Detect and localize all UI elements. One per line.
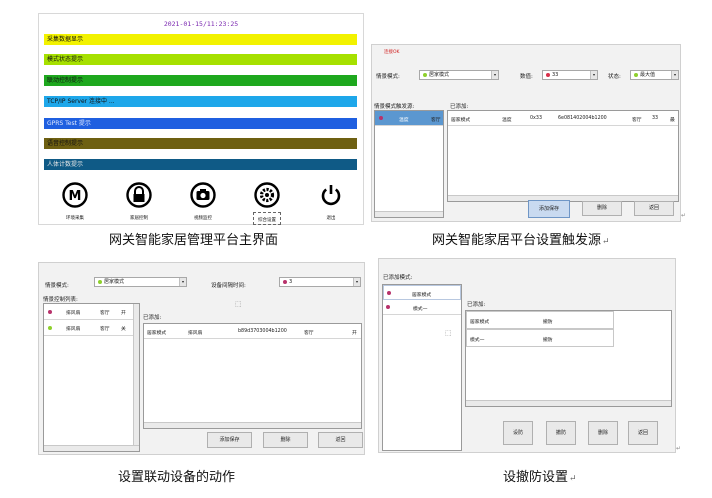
- table-row[interactable]: 居家模式 排风扇 b89d3703004b1200 客厅 开: [144, 324, 361, 339]
- nav-button-label: 视频监控: [194, 216, 212, 221]
- list-item[interactable]: 排风扇 客厅开: [44, 304, 133, 320]
- added-label: 已添加:: [450, 104, 469, 110]
- table-row[interactable]: 居家模式 温度 0x33 6e081402004b1200 客厅 33 最: [448, 111, 678, 126]
- scene-mode-label: 情景模式:: [45, 283, 69, 289]
- value-combo[interactable]: 33 ▾: [542, 70, 598, 80]
- status-bar: 采集数据显示: [44, 34, 357, 45]
- linkage-action-window: 情景模式: 居家模式 ▾ 设备间隔时间: 3 ▾ 情景控制列表: 已添加: ⬚ 排风…: [38, 262, 365, 455]
- state-label: 状态:: [608, 74, 621, 80]
- cursor-icon: ⬚: [235, 300, 242, 308]
- nav-button-camera[interactable]: 视频监控: [181, 182, 225, 222]
- scene-mode-combo[interactable]: 居家模式 ▾: [419, 70, 499, 80]
- caption-linkage-action: 设置联动设备的动作: [118, 470, 236, 485]
- nav-button-label: 环境采集: [66, 216, 84, 221]
- scene-control-list[interactable]: 排风扇 客厅开排风扇 客厅关: [43, 303, 140, 452]
- status-bar: 联动控制提示: [44, 75, 357, 86]
- nav-label-frame: 家居控制: [130, 212, 148, 221]
- scene-mode-label: 情景模式:: [376, 74, 400, 80]
- back-button[interactable]: 返回: [628, 421, 658, 445]
- state-combo[interactable]: 最大值 ▾: [630, 70, 679, 80]
- add-save-button[interactable]: 添加保存: [207, 432, 252, 448]
- list-item[interactable]: 居家模式: [383, 285, 461, 300]
- added-mode-table[interactable]: 居家模式 撤防 模式一 撤防: [465, 310, 672, 407]
- nav-button-m[interactable]: M 环境采集: [53, 182, 97, 222]
- mode-list[interactable]: 居家模式 模式一: [382, 284, 462, 451]
- vertical-scrollbar[interactable]: [133, 304, 139, 445]
- mode-dot-icon: [387, 291, 391, 295]
- nav-button-lock[interactable]: 家居控制: [117, 182, 161, 222]
- disarm-button[interactable]: 撤防: [546, 421, 576, 445]
- back-button[interactable]: 返回: [634, 201, 674, 216]
- caption-arm-disarm: 设撤防设置↵: [503, 470, 577, 485]
- table-row[interactable]: 模式一 撤防: [466, 329, 614, 347]
- nav-label-frame: 视频监控: [194, 212, 212, 221]
- nav-button-label: 退出: [326, 216, 336, 221]
- added-label: 已添加:: [143, 315, 162, 321]
- trigger-source-window: 连接OK 情景模式: 居家模式 ▾ 数值: 33 ▾ 状态: 最大值 ▾ 情景模式触发…: [371, 44, 681, 222]
- value-label: 数值:: [520, 74, 533, 80]
- caption-trigger-source: 网关智能家居平台设置触发源↵: [432, 233, 610, 248]
- nav-label-frame: 退出: [327, 212, 336, 221]
- chevron-down-icon: ▾: [590, 71, 597, 79]
- camera-icon: [190, 182, 216, 212]
- delete-button[interactable]: 删除: [582, 201, 622, 216]
- status-bar: 模式状态提示: [44, 54, 357, 65]
- paragraph-mark: ↵: [681, 212, 687, 219]
- caption-main-interface: 网关智能家居管理平台主界面: [109, 233, 279, 248]
- nav-button-gear[interactable]: 综合设置: [245, 182, 289, 225]
- device-dot-icon: [48, 310, 52, 314]
- horizontal-scrollbar[interactable]: [375, 211, 443, 217]
- m-icon: M: [62, 182, 88, 212]
- horizontal-scrollbar[interactable]: [44, 445, 139, 451]
- list-item[interactable]: 温度 客厅: [375, 111, 443, 126]
- lock-icon: [126, 182, 152, 212]
- svg-text:M: M: [69, 189, 82, 204]
- power-icon: [318, 182, 344, 212]
- list-item[interactable]: 模式一: [383, 300, 461, 315]
- nav-label-frame: 环境采集: [66, 212, 84, 221]
- device-dot-icon: [379, 116, 383, 120]
- added-label: 已添加:: [467, 302, 486, 308]
- arm-button[interactable]: 设防: [503, 421, 533, 445]
- added-trigger-table[interactable]: 居家模式 温度 0x33 6e081402004b1200 客厅 33 最: [447, 110, 679, 202]
- datetime-display: 2021-01-15/11:23:25: [163, 20, 239, 28]
- add-save-button[interactable]: 添加保存: [528, 200, 570, 218]
- scene-mode-combo[interactable]: 居家模式 ▾: [94, 277, 187, 287]
- mode-dot-icon: [386, 305, 390, 309]
- main-interface-screen: 2021-01-15/11:23:25 采集数据显示 模式状态提示 联动控制提示 T…: [38, 13, 364, 225]
- added-action-table[interactable]: 居家模式 排风扇 b89d3703004b1200 客厅 开: [143, 323, 362, 429]
- interval-label: 设备间隔时间:: [211, 283, 246, 289]
- nav-button-label: 家居控制: [130, 216, 148, 221]
- scene-control-list-label: 情景控制列表:: [43, 297, 78, 303]
- trigger-source-list[interactable]: 温度 客厅: [374, 110, 444, 218]
- back-button[interactable]: 返回: [318, 432, 363, 448]
- chevron-down-icon: ▾: [353, 278, 360, 286]
- trigger-source-label: 情景模式触发源:: [374, 104, 415, 110]
- chevron-down-icon: ▾: [179, 278, 186, 286]
- list-item[interactable]: 排风扇 客厅关: [44, 320, 133, 336]
- nav-button-label: 综合设置: [258, 218, 276, 223]
- paragraph-mark: ↵: [676, 445, 682, 452]
- status-bar: TCP/IP Server 连接中 ...: [44, 96, 357, 107]
- interval-combo[interactable]: 3 ▾: [279, 277, 361, 287]
- gear-icon: [254, 182, 280, 212]
- status-bar: 语音控制提示: [44, 138, 357, 149]
- cursor-icon: ⬚: [445, 329, 452, 337]
- status-bar: GPRS Test 提示: [44, 118, 357, 129]
- nav-label-frame: 综合设置: [253, 212, 281, 225]
- chevron-down-icon: ▾: [671, 71, 678, 79]
- table-row[interactable]: 居家模式 撤防: [466, 311, 614, 329]
- horizontal-scrollbar[interactable]: [144, 422, 361, 428]
- added-modes-label: 已添加模式:: [383, 275, 413, 281]
- horizontal-scrollbar[interactable]: [466, 400, 671, 406]
- status-bar: 人体计数提示: [44, 159, 357, 170]
- nav-button-power[interactable]: 退出: [309, 182, 353, 222]
- delete-button[interactable]: 删除: [588, 421, 618, 445]
- connection-status: 连接OK: [384, 50, 400, 55]
- device-dot-icon: [48, 326, 52, 330]
- arm-disarm-window: 已添加模式: 居家模式 模式一 ⬚ 已添加: 居家模式 撤防 模式一 撤防 设防…: [378, 258, 676, 453]
- chevron-down-icon: ▾: [491, 71, 498, 79]
- delete-button[interactable]: 删除: [263, 432, 308, 448]
